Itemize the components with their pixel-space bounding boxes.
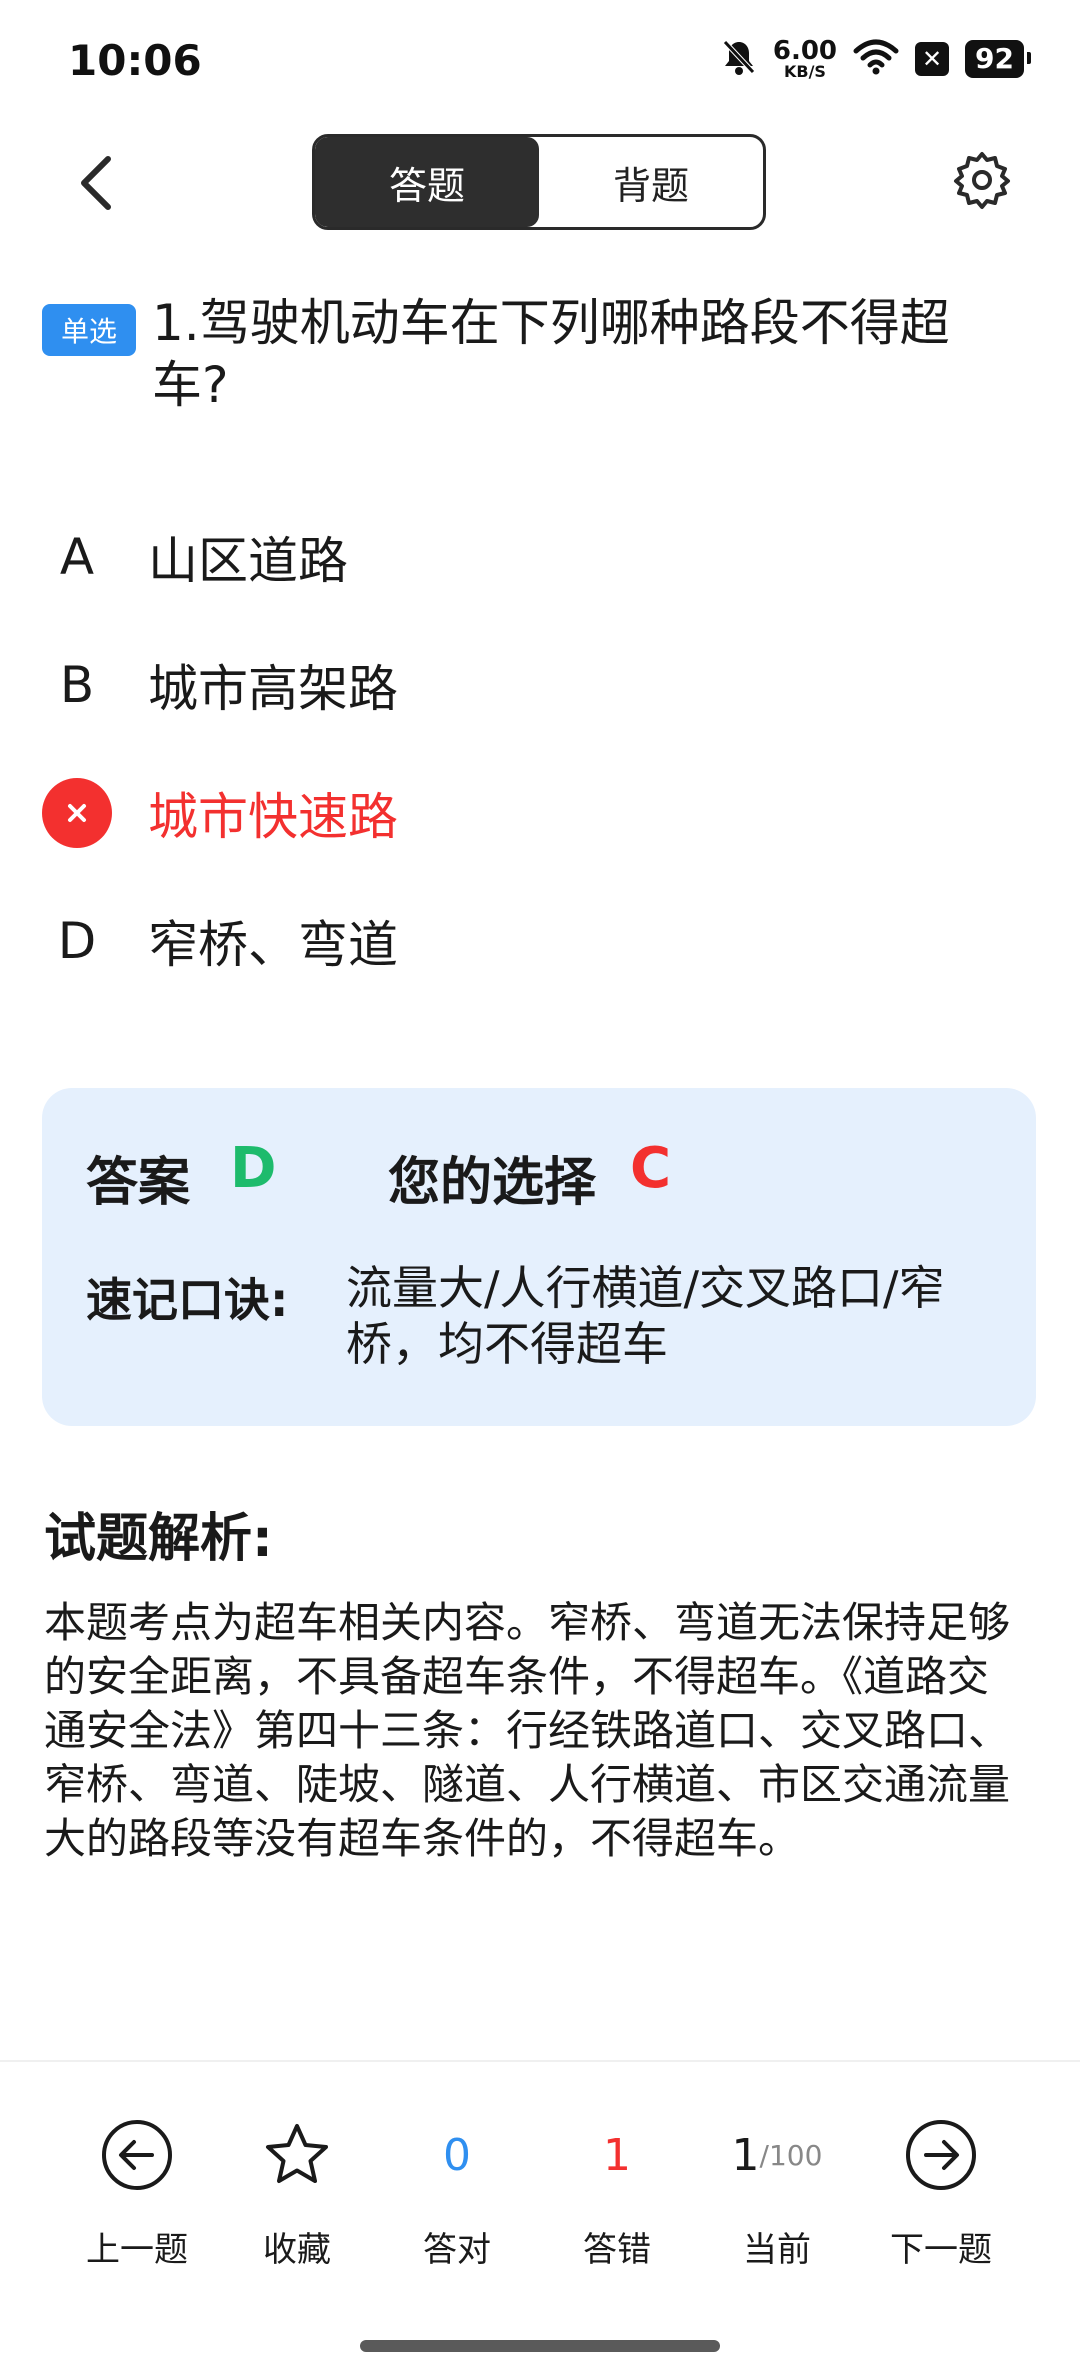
chevron-left-icon <box>81 156 111 210</box>
your-choice-value: C <box>630 1136 672 1201</box>
star-icon <box>263 2110 331 2200</box>
question-text: 1.驾驶机动车在下列哪种路段不得超车? <box>152 294 950 414</box>
option-text: 城市快速路 <box>148 788 398 846</box>
mnemonic-label: 速记口诀: <box>86 1273 289 1327</box>
question-type-badge: 单选 <box>42 304 136 356</box>
option-a[interactable]: A 山区道路 <box>42 512 348 602</box>
status-icons: 6.00 KB/S ✕ 92 <box>721 36 1031 81</box>
option-text: 城市高架路 <box>148 660 398 718</box>
answer-card: 答案 D 您的选择 C 速记口诀: 流量大/人行横道/交叉路口/窄桥，均不得超车 <box>42 1088 1036 1426</box>
current-total: /100 <box>759 2138 823 2172</box>
correct-count[interactable]: 0 答对 <box>382 2110 532 2271</box>
current-progress[interactable]: 1/100 当前 <box>702 2110 852 2271</box>
wrong-label: 答错 <box>583 2230 651 2270</box>
wifi-icon <box>853 39 899 79</box>
current-label: 当前 <box>743 2230 811 2270</box>
arrow-right-circle-icon <box>904 2110 978 2200</box>
arrow-left-circle-icon <box>100 2110 174 2200</box>
gear-icon <box>954 152 1010 209</box>
option-letter: D <box>57 912 97 970</box>
answer-value: D <box>230 1136 277 1201</box>
analysis-title: 试题解析: <box>44 1509 273 1569</box>
prev-label: 上一题 <box>86 2230 188 2270</box>
wrong-count[interactable]: 1 答错 <box>542 2110 692 2271</box>
next-label: 下一题 <box>890 2230 992 2270</box>
answer-label: 答案 <box>86 1153 191 1213</box>
tab-memorize[interactable]: 背题 <box>539 137 763 227</box>
option-b[interactable]: B 城市高架路 <box>42 640 398 730</box>
wrong-count-value: 1 <box>603 2129 631 2181</box>
favorite-button[interactable]: 收藏 <box>222 2110 372 2271</box>
next-question-button[interactable]: 下一题 <box>866 2110 1016 2271</box>
wrong-mark-icon <box>42 778 112 848</box>
bell-muted-icon <box>721 38 757 80</box>
option-text: 窄桥、弯道 <box>148 916 398 974</box>
analysis-body: 本题考点为超车相关内容。窄桥、弯道无法保持足够的安全距离，不具备超车条件，不得超… <box>44 1598 1011 1863</box>
back-button[interactable] <box>66 148 126 218</box>
favorite-label: 收藏 <box>263 2230 331 2270</box>
option-d[interactable]: D 窄桥、弯道 <box>42 896 398 986</box>
mnemonic-text: 流量大/人行横道/交叉路口/窄桥，均不得超车 <box>346 1261 945 1371</box>
option-c[interactable]: 城市快速路 <box>42 768 398 858</box>
prev-question-button[interactable]: 上一题 <box>62 2110 212 2271</box>
correct-label: 答对 <box>423 2230 491 2270</box>
network-speed: 6.00 KB/S <box>772 36 838 81</box>
your-choice-label: 您的选择 <box>388 1153 597 1213</box>
settings-button[interactable] <box>952 150 1012 210</box>
status-bar: 10:06 6.00 KB/S ✕ 92 <box>0 0 1080 120</box>
correct-count-value: 0 <box>443 2129 471 2181</box>
status-time: 10:06 <box>68 36 202 85</box>
bottom-divider <box>0 2060 1080 2062</box>
option-text: 山区道路 <box>148 532 348 590</box>
option-letter: A <box>59 528 95 586</box>
battery-icon: 92 <box>965 40 1031 78</box>
tab-answer[interactable]: 答题 <box>315 137 539 227</box>
current-index: 1 <box>731 2129 760 2181</box>
notification-x-icon: ✕ <box>915 42 950 76</box>
option-letter: B <box>59 656 95 714</box>
mode-switch: 答题 背题 <box>312 134 766 230</box>
home-indicator[interactable] <box>360 2340 720 2352</box>
